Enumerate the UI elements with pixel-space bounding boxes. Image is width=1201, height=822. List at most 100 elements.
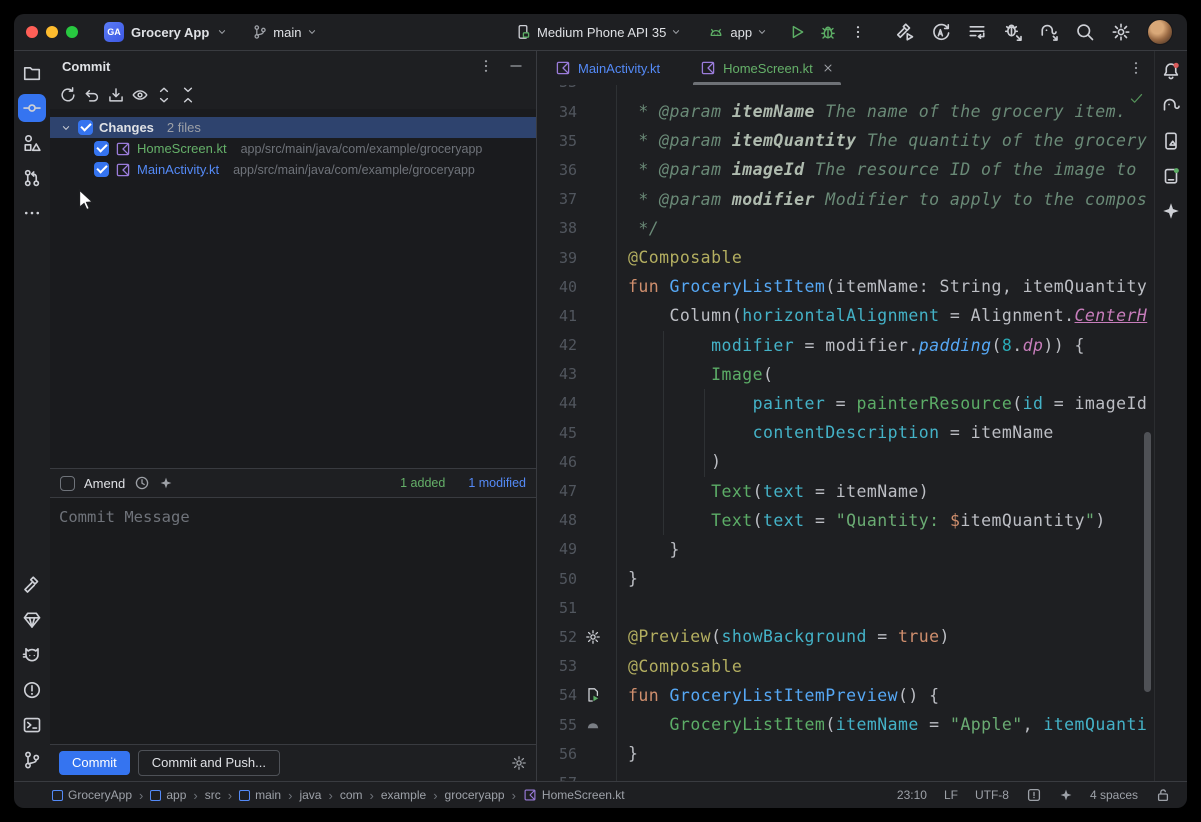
collapse-all-icon[interactable] — [179, 86, 197, 104]
branch-icon — [252, 24, 268, 40]
shelve-icon[interactable] — [107, 86, 125, 104]
project-logo: GA — [104, 22, 124, 42]
attach-debugger-icon[interactable] — [1003, 22, 1023, 42]
breadcrumb-com[interactable]: com — [340, 788, 363, 802]
branch-widget[interactable]: main — [252, 24, 318, 40]
changes-root-row[interactable]: Changes 2 files — [50, 117, 536, 138]
ai-assistant-icon[interactable] — [1059, 788, 1073, 802]
tool-stripe-device-manager-icon[interactable] — [1157, 127, 1185, 155]
breadcrumb-groceryapp[interactable]: groceryapp — [445, 788, 505, 802]
close-window-button[interactable] — [26, 26, 38, 38]
more-run-actions-icon[interactable] — [850, 24, 866, 40]
debug-button[interactable] — [819, 23, 837, 41]
tool-stripe-app-insights-icon[interactable] — [18, 606, 46, 634]
ai-commit-message-icon[interactable] — [159, 476, 173, 490]
file-row-MainActivity.kt[interactable]: MainActivity.ktapp/src/main/java/com/exa… — [50, 159, 536, 180]
tool-stripe-pull-requests-icon[interactable] — [18, 164, 46, 192]
tool-stripe-problems-icon[interactable] — [18, 676, 46, 704]
tool-stripe-terminal-icon[interactable] — [18, 711, 46, 739]
kotlin-file-icon — [700, 60, 716, 76]
make-run-icon[interactable] — [895, 22, 915, 42]
code-text: Column(horizontalAlignment = Alignment.C… — [615, 306, 1147, 325]
file-checkbox[interactable] — [94, 141, 109, 156]
reader-mode-icon[interactable] — [1026, 787, 1042, 803]
tool-stripe-folder-icon[interactable] — [18, 59, 46, 87]
indent-setting[interactable]: 4 spaces — [1090, 788, 1138, 802]
device-selector[interactable]: Medium Phone API 35 — [537, 25, 666, 40]
file-encoding[interactable]: UTF-8 — [975, 788, 1009, 802]
unlock-icon[interactable] — [1155, 787, 1171, 803]
chevron-down-icon — [216, 26, 228, 38]
gradle-sync-icon[interactable] — [1039, 22, 1059, 42]
avatar[interactable] — [1147, 19, 1173, 45]
hide-panel-icon[interactable] — [508, 58, 524, 74]
tool-stripe-build-icon[interactable] — [18, 571, 46, 599]
settings-icon[interactable] — [1111, 22, 1131, 42]
changes-checkbox[interactable] — [78, 120, 93, 135]
breadcrumb-app[interactable]: app — [150, 788, 186, 802]
commit-settings-icon[interactable] — [511, 755, 527, 771]
refresh-icon[interactable] — [59, 86, 77, 104]
code-text: * @param itemQuantity The quantity of th… — [615, 131, 1147, 150]
commit-toolbar — [50, 81, 536, 109]
code-editor[interactable]: 3334 * @param itemName The name of the g… — [537, 85, 1154, 781]
tool-stripe-version-control-icon[interactable] — [18, 746, 46, 774]
problems-icon — [22, 680, 42, 700]
inspections-ok-icon[interactable] — [1129, 91, 1144, 106]
android-icon — [708, 24, 724, 40]
code-line-38: 38 */ — [537, 214, 1154, 243]
line-number: 41 — [537, 307, 577, 325]
compose-preview-icon[interactable] — [585, 717, 601, 733]
search-icon[interactable] — [1075, 22, 1095, 42]
commit-options-icon[interactable] — [478, 58, 494, 74]
breadcrumb-GroceryApp[interactable]: GroceryApp — [52, 788, 132, 802]
editor-scrollbar[interactable] — [1144, 432, 1151, 692]
breadcrumb-java[interactable]: java — [299, 788, 321, 802]
run-preview-icon[interactable] — [585, 687, 601, 703]
run-config-selector[interactable]: app — [730, 25, 752, 40]
code-text: fun GroceryListItemPreview() { — [615, 686, 940, 705]
chevron-down-icon[interactable] — [60, 122, 72, 134]
tool-stripe-running-devices-icon[interactable] — [1157, 162, 1185, 190]
minimize-window-button[interactable] — [46, 26, 58, 38]
tab-mainactivity[interactable]: MainActivity.kt — [545, 51, 670, 85]
file-row-HomeScreen.kt[interactable]: HomeScreen.ktapp/src/main/java/com/examp… — [50, 138, 536, 159]
breadcrumb-separator: › — [328, 788, 332, 803]
tab-options-icon[interactable] — [1128, 60, 1144, 76]
recent-changes-icon[interactable] — [967, 22, 987, 42]
close-tab-icon[interactable] — [822, 62, 834, 74]
line-separator[interactable]: LF — [944, 788, 958, 802]
tool-stripe-logcat-icon[interactable] — [18, 641, 46, 669]
project-widget[interactable]: GA Grocery App — [104, 22, 228, 42]
breadcrumb-label: HomeScreen.kt — [542, 788, 625, 802]
tool-stripe-more-tools-icon[interactable] — [18, 199, 46, 227]
breadcrumb-main[interactable]: main — [239, 788, 281, 802]
breadcrumb-src[interactable]: src — [205, 788, 221, 802]
run-button[interactable] — [788, 23, 806, 41]
tool-stripe-structure-icon[interactable] — [18, 129, 46, 157]
changes-file-count: 2 files — [167, 120, 201, 135]
changes-tree: Changes 2 files HomeScreen.ktapp/src/mai… — [50, 109, 536, 468]
expand-all-icon[interactable] — [155, 86, 173, 104]
commit-message-input[interactable]: Commit Message — [50, 498, 536, 744]
tool-stripe-ai-sparkle-icon[interactable] — [1157, 197, 1185, 225]
code-text: Image( — [615, 365, 773, 384]
file-checkbox[interactable] — [94, 162, 109, 177]
gear-icon[interactable] — [585, 629, 601, 645]
retrace-icon[interactable] — [931, 22, 951, 42]
diff-preview-icon[interactable] — [131, 86, 149, 104]
line-number: 50 — [537, 570, 577, 588]
rollback-icon[interactable] — [83, 86, 101, 104]
amend-checkbox[interactable] — [60, 476, 75, 491]
commit-history-icon[interactable] — [134, 475, 150, 491]
breadcrumb-HomeScreen.kt[interactable]: HomeScreen.kt — [523, 788, 625, 802]
tool-stripe-gradle-icon[interactable] — [1157, 92, 1185, 120]
tool-stripe-notifications-icon[interactable] — [1157, 57, 1185, 85]
maximize-window-button[interactable] — [66, 26, 78, 38]
commit-and-push-button[interactable]: Commit and Push... — [138, 750, 280, 776]
tool-stripe-commit-tool-icon[interactable] — [18, 94, 46, 122]
commit-button[interactable]: Commit — [59, 751, 130, 775]
cursor-position[interactable]: 23:10 — [897, 788, 927, 802]
breadcrumb-example[interactable]: example — [381, 788, 426, 802]
tab-homescreen[interactable]: HomeScreen.kt — [690, 51, 844, 85]
